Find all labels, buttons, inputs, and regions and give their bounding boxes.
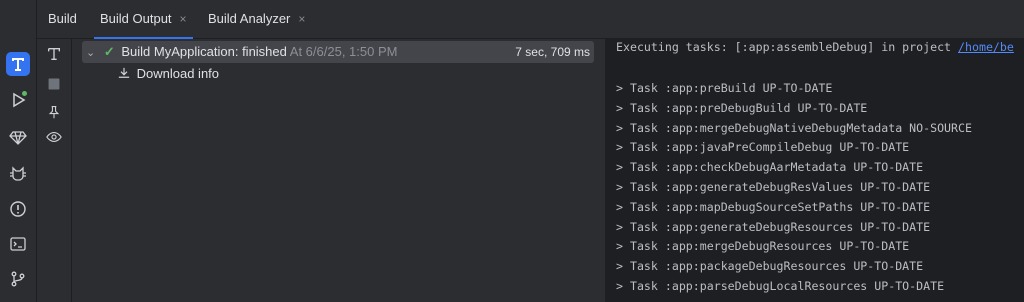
- console-output[interactable]: Executing tasks: [:app:assembleDebug] in…: [605, 39, 1024, 302]
- console-line: > Task :app:mergeDebugResources UP-TO-DA…: [616, 239, 910, 253]
- running-indicator-icon: [22, 91, 27, 96]
- download-icon: [118, 64, 130, 86]
- console-line: > Task :app:mapDebugSourceSetPaths UP-TO…: [616, 200, 931, 214]
- tab-bar: Build Build Output × Build Analyzer ×: [37, 0, 1024, 39]
- logcat-icon[interactable]: [6, 161, 30, 185]
- console-line: > Task :app:mergeDebugNativeDebugMetadat…: [616, 121, 972, 135]
- console-line: > Task :app:generateDebugResources UP-TO…: [616, 220, 931, 234]
- console-line: > Task :app:javaPreCompileDebug UP-TO-DA…: [616, 140, 910, 154]
- build-tree-row[interactable]: ⌄ ✓ Build MyApplication: finished At 6/6…: [86, 41, 594, 63]
- console-line: > Task :app:preDebugBuild UP-TO-DATE: [616, 101, 868, 115]
- console-header: Executing tasks: [:app:assembleDebug] in…: [616, 40, 1014, 54]
- tab-build-output[interactable]: Build Output ×: [94, 0, 193, 39]
- gem-icon[interactable]: [6, 125, 30, 149]
- build-tree: ⌄ ✓ Build MyApplication: finished At 6/6…: [72, 39, 604, 302]
- git-icon[interactable]: [6, 267, 30, 291]
- text-tool-icon[interactable]: [45, 45, 63, 63]
- download-info-row[interactable]: Download info: [118, 63, 219, 85]
- project-path-link[interactable]: /home/be: [958, 40, 1014, 54]
- close-icon[interactable]: ×: [180, 12, 187, 26]
- console-line: > Task :app:parseDebugLocalResources UP-…: [616, 279, 945, 293]
- tool-window-title-label: Build: [48, 11, 77, 26]
- problems-icon[interactable]: [6, 197, 30, 221]
- left-toolbar: [0, 0, 37, 302]
- tab-build-analyzer[interactable]: Build Analyzer ×: [208, 0, 305, 38]
- pin-icon[interactable]: [45, 103, 63, 121]
- terminal-icon[interactable]: [6, 232, 30, 256]
- console-line: > Task :app:checkDebugAarMetadata UP-TO-…: [616, 160, 924, 174]
- stop-icon[interactable]: [45, 75, 63, 93]
- close-icon[interactable]: ×: [298, 12, 305, 26]
- build-duration: 7 sec, 709 ms: [515, 45, 590, 59]
- tab-build-analyzer-label: Build Analyzer: [208, 11, 291, 26]
- build-tools-column: [37, 39, 72, 302]
- tab-build-output-label: Build Output: [100, 11, 172, 26]
- console-line: > Task :app:preBuild UP-TO-DATE: [616, 81, 833, 95]
- console-line: > Task :app:generateDebugResValues UP-TO…: [616, 180, 931, 194]
- console-header-text: Executing tasks: [:app:assembleDebug] in…: [616, 40, 959, 54]
- tool-window-title: Build: [48, 0, 77, 38]
- eye-icon[interactable]: [45, 128, 63, 146]
- build-label: Build MyApplication:: [121, 44, 239, 59]
- build-timestamp: At 6/6/25, 1:50 PM: [289, 44, 398, 59]
- build-status: finished: [242, 44, 287, 59]
- run-icon[interactable]: [6, 88, 30, 112]
- console-line: > Task :app:packageDebugResources UP-TO-…: [616, 259, 924, 273]
- chevron-down-icon[interactable]: ⌄: [86, 47, 95, 59]
- check-icon: ✓: [103, 44, 115, 59]
- download-info-label: Download info: [136, 66, 220, 81]
- build-icon[interactable]: [6, 52, 30, 76]
